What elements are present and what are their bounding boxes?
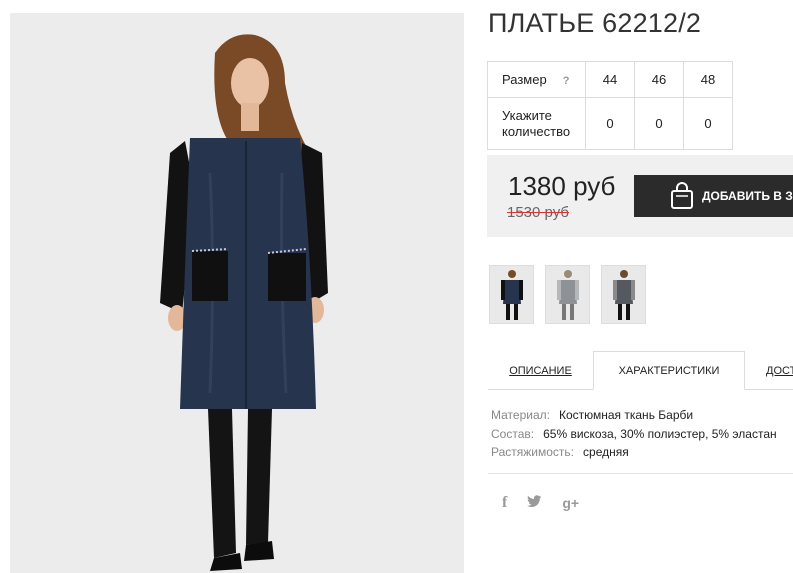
thumbnail-3[interactable] <box>601 265 646 324</box>
quantity-label-line1: Укажите <box>502 107 552 123</box>
characteristics-list: Материал: Костюмная ткань Барби Состав: … <box>491 406 777 462</box>
tab-characteristics[interactable]: ХАРАКТЕРИСТИКИ <box>593 351 745 390</box>
quantity-input-48[interactable]: 0 <box>683 97 733 150</box>
add-to-cart-label: ДОБАВИТЬ В ЗАКАЗ <box>702 189 793 203</box>
tab-delivery[interactable]: ДОСТАВКА <box>745 351 793 390</box>
add-to-cart-button[interactable]: ДОБАВИТЬ В ЗАКАЗ <box>634 175 793 217</box>
thumbnail-gallery <box>489 265 646 324</box>
old-price: 1530 руб <box>507 204 569 221</box>
help-icon[interactable]: ? <box>563 75 570 87</box>
current-price: 1380 руб <box>508 171 616 201</box>
quantity-input-44[interactable]: 0 <box>585 97 635 150</box>
spec-key: Растяжимость: <box>491 445 575 459</box>
spec-key: Состав: <box>491 426 535 441</box>
quantity-input-46[interactable]: 0 <box>634 97 684 150</box>
size-option-44[interactable]: 44 <box>585 61 635 98</box>
size-label: Размер <box>502 72 547 87</box>
spec-row: Состав: 65% вискоза, 30% полиэстер, 5% э… <box>491 425 777 444</box>
size-row: Размер? 44 46 48 <box>487 61 733 98</box>
twitter-icon[interactable] <box>527 495 542 511</box>
product-main-image[interactable] <box>10 13 464 573</box>
product-tabs: ОПИСАНИЕ ХАРАКТЕРИСТИКИ ДОСТАВКА <box>488 351 793 390</box>
thumbnail-1[interactable] <box>489 265 534 324</box>
product-title: ПЛАТЬЕ 62212/2 <box>488 8 702 38</box>
spec-key: Материал: <box>491 408 550 422</box>
spec-value: Костюмная ткань Барби <box>558 408 694 422</box>
google-plus-icon[interactable]: g+ <box>562 495 579 511</box>
price-panel: 1380 руб 1530 руб ДОБАВИТЬ В ЗАКАЗ <box>487 155 793 237</box>
social-share: f g+ <box>502 494 579 512</box>
size-option-48[interactable]: 48 <box>683 61 733 98</box>
tab-description[interactable]: ОПИСАНИЕ <box>488 351 593 390</box>
quantity-label-line2: количество <box>502 123 571 139</box>
shopping-bag-icon <box>670 182 694 210</box>
size-label-cell: Размер? <box>487 61 586 98</box>
quantity-row: Укажите количество 0 0 0 <box>487 97 733 150</box>
facebook-icon[interactable]: f <box>502 494 507 512</box>
size-quantity-table: Размер? 44 46 48 Укажите количество 0 0 … <box>487 61 733 150</box>
spec-row: Растяжимость: средняя <box>491 443 777 462</box>
spec-value: 65% вискоза, 30% полиэстер, 5% эластан <box>543 426 777 441</box>
spec-row: Материал: Костюмная ткань Барби <box>491 406 777 425</box>
thumbnail-2[interactable] <box>545 265 590 324</box>
spec-value: средняя <box>583 445 629 459</box>
size-option-46[interactable]: 46 <box>634 61 684 98</box>
quantity-label-cell: Укажите количество <box>487 97 586 150</box>
divider <box>488 473 793 474</box>
